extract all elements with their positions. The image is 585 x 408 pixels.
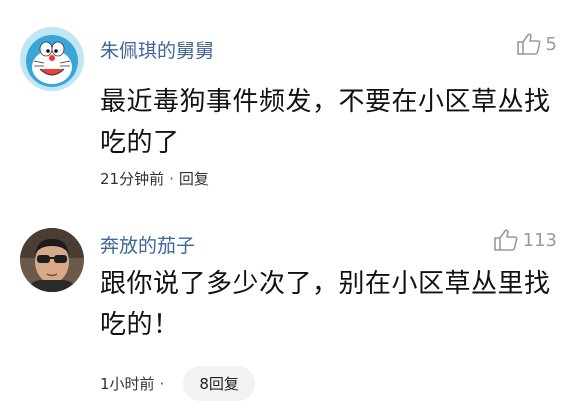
- meta-separator: ·: [169, 169, 174, 188]
- doraemon-avatar-icon[interactable]: [20, 27, 84, 91]
- reply-button[interactable]: 回复: [179, 168, 209, 189]
- thumbs-up-icon: [493, 229, 518, 251]
- comment-content: 跟你说了多少次了，别在小区草丛里找吃的！: [100, 269, 551, 340]
- comment-meta: 1小时前 · 8回复: [100, 366, 255, 401]
- like-button[interactable]: 113: [493, 228, 557, 252]
- thumbs-up-icon: [516, 33, 540, 55]
- like-count: 113: [522, 229, 557, 251]
- comment-item: 奔放的茄子 113 跟你说了多少次了，别在小区草丛里找吃的！ 1小时前 · 8回…: [0, 204, 585, 408]
- comment-item: 朱佩琪的舅舅 5 最近毒狗事件频发，不要在小区草丛找吃的了 21分钟前 · 回复: [0, 0, 585, 204]
- comment-username[interactable]: 朱佩琪的舅舅: [100, 36, 214, 63]
- man-sunglasses-avatar-icon[interactable]: [20, 228, 84, 292]
- like-count: 5: [545, 33, 557, 55]
- meta-separator: ·: [159, 374, 165, 393]
- like-button[interactable]: 5: [516, 32, 557, 56]
- comment-meta: 21分钟前 · 回复: [100, 168, 209, 189]
- comment-content: 最近毒狗事件频发，不要在小区草丛找吃的了: [100, 87, 551, 158]
- comment-username[interactable]: 奔放的茄子: [100, 231, 195, 258]
- comment-time: 21分钟前: [100, 170, 165, 188]
- comment-time: 1小时前: [100, 375, 155, 393]
- replies-count-button[interactable]: 8回复: [183, 366, 255, 401]
